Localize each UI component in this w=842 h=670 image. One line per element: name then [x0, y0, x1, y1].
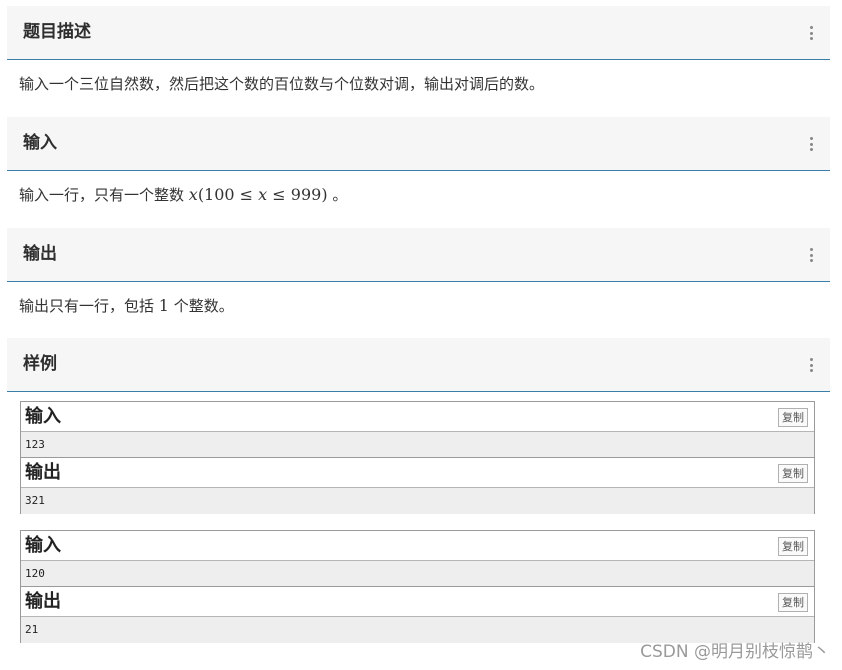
output-text-prefix: 输出只有一行，包括 — [19, 297, 159, 315]
kebab-menu-icon[interactable] — [809, 137, 813, 151]
output-header: 输出 — [7, 228, 830, 282]
sample-output-label: 输出 — [25, 591, 61, 612]
sample-output-label: 输出 — [25, 462, 61, 483]
sample-input-label: 输入 — [25, 406, 61, 427]
description-header: 题目描述 — [7, 6, 830, 60]
input-title: 输入 — [23, 133, 57, 153]
kebab-menu-icon[interactable] — [809, 358, 813, 372]
sample-input-label: 输入 — [25, 535, 61, 556]
kebab-menu-icon[interactable] — [809, 26, 813, 40]
sample-input-header: 输入 复制 — [21, 402, 814, 432]
samples-title: 样例 — [23, 354, 57, 374]
sample-input-header: 输入 复制 — [21, 531, 814, 561]
description-text: 输入一个三位自然数，然后把这个数的百位数与个位数对调，输出对调后的数。 — [19, 75, 545, 93]
output-text-suffix: 个整数。 — [168, 297, 234, 315]
description-title: 题目描述 — [23, 22, 91, 42]
problem-page: 题目描述 输入一个三位自然数，然后把这个数的百位数与个位数对调，输出对调后的数。… — [0, 0, 842, 670]
output-text: 输出只有一行，包括 1 个整数。 — [19, 295, 234, 316]
output-title: 输出 — [23, 244, 57, 264]
input-text-suffix: 。 — [327, 186, 348, 204]
output-count: 1 — [158, 296, 169, 315]
sample-output-value: 321 — [21, 488, 814, 514]
sample-output-header: 输出 复制 — [21, 587, 814, 617]
samples-header: 样例 — [7, 338, 830, 392]
copy-button[interactable]: 复制 — [778, 537, 808, 556]
input-header: 输入 — [7, 117, 830, 171]
sample-box: 输入 复制 123 输出 复制 321 — [20, 401, 815, 514]
sample-box: 输入 复制 120 输出 复制 21 — [20, 530, 815, 643]
input-text: 输入一行，只有一个整数 x(100 ≤ x ≤ 999) 。 — [19, 184, 347, 205]
input-text-prefix: 输入一行，只有一个整数 — [19, 186, 189, 204]
kebab-menu-icon[interactable] — [809, 248, 813, 262]
csdn-watermark: CSDN @明月别枝惊鹊丶 — [640, 642, 830, 662]
math-var: x — [258, 185, 268, 204]
sample-output-header: 输出 复制 — [21, 458, 814, 488]
math-expr-a: (100 ≤ — [197, 185, 259, 204]
copy-button[interactable]: 复制 — [778, 593, 808, 612]
math-expr-b: ≤ 999) — [267, 185, 328, 204]
input-range-formula: x(100 ≤ x ≤ 999) — [189, 185, 328, 204]
math-var: x — [188, 185, 198, 204]
copy-button[interactable]: 复制 — [778, 408, 808, 427]
copy-button[interactable]: 复制 — [778, 464, 808, 483]
sample-input-value: 123 — [21, 432, 814, 458]
sample-input-value: 120 — [21, 561, 814, 587]
